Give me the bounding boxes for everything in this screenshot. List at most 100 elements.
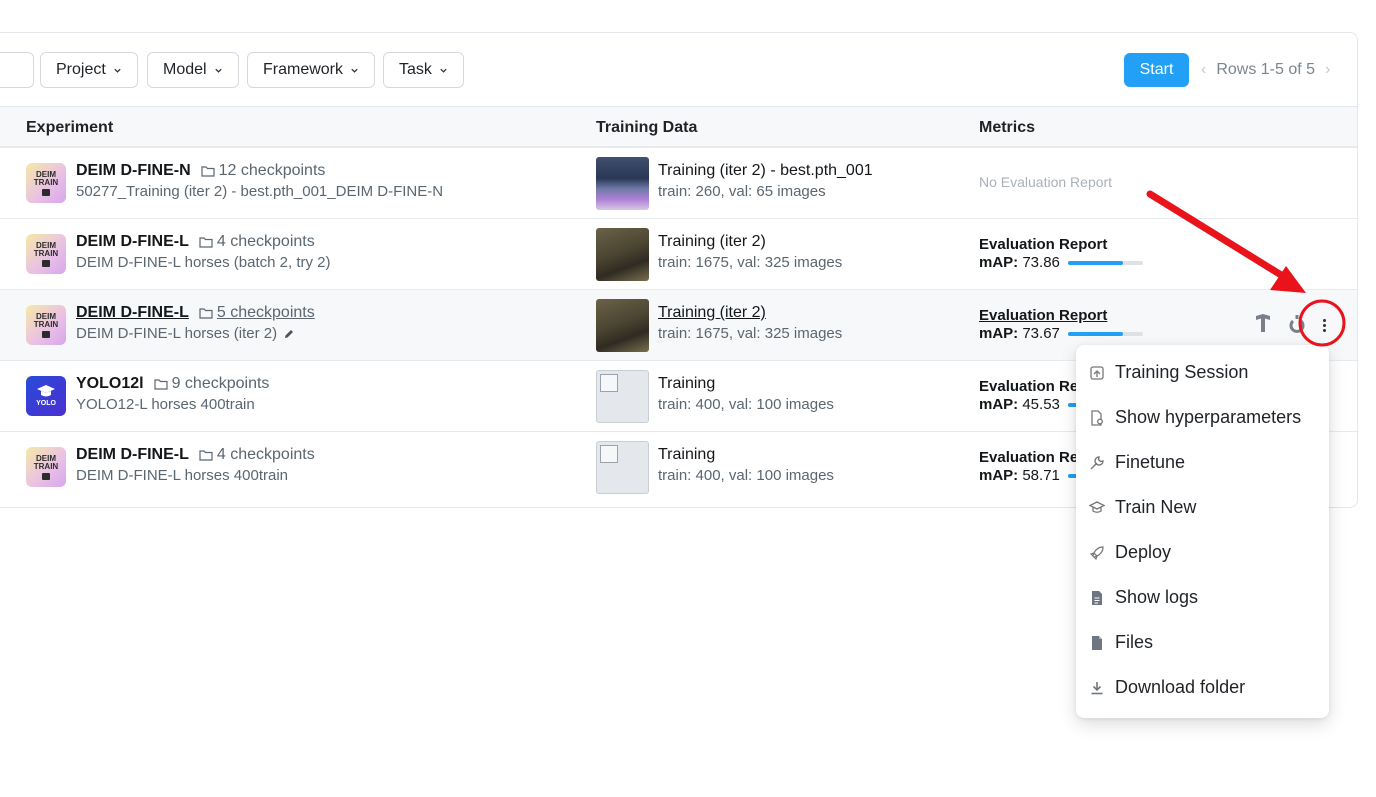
graduation-cap-icon — [1088, 500, 1105, 513]
row-context-menu: Training Session Show hyperparameters Fi… — [1076, 345, 1329, 718]
menu-item-label: Finetune — [1115, 452, 1186, 472]
deim-train-logo: DEIM TRAIN — [26, 163, 66, 203]
map-value: 73.67 — [1022, 325, 1060, 342]
download-icon — [1091, 681, 1102, 694]
menu-item-deploy[interactable]: Deploy — [1076, 530, 1329, 575]
map-label: mAP: — [979, 396, 1019, 413]
evaluation-report-link[interactable]: Evaluation Re — [979, 449, 1078, 466]
graduation-cap-icon — [37, 385, 55, 397]
dataset-title[interactable]: Training — [658, 446, 715, 464]
model-filter-button[interactable]: Model — [147, 52, 239, 88]
folder-icon — [153, 379, 168, 390]
checkpoints-link[interactable]: 9 checkpoints — [153, 375, 269, 393]
map-label: mAP: — [979, 467, 1019, 484]
evaluation-report-link[interactable]: Evaluation Report — [979, 236, 1107, 253]
task-filter-label: Task — [399, 61, 432, 78]
start-button[interactable]: Start — [1124, 53, 1189, 87]
dataset-title[interactable]: Training (iter 2) — [658, 233, 766, 251]
filter-bar: Project Model Framework Task Start ‹ Row… — [0, 33, 1357, 106]
rows-label: Rows 1-5 of 5 — [1216, 61, 1316, 78]
menu-item-training-session[interactable]: Training Session — [1076, 350, 1329, 395]
menu-item-label: Training Session — [1115, 362, 1249, 382]
checkpoints-label: 5 checkpoints — [216, 304, 315, 321]
experiment-name[interactable]: DEIM D-FINE-N — [76, 162, 191, 180]
menu-item-files[interactable]: Files — [1076, 620, 1329, 665]
evaluation-report-link[interactable]: Evaluation Re — [979, 378, 1078, 395]
task-filter-button[interactable]: Task — [383, 52, 464, 88]
no-evaluation-label: No Evaluation Report — [979, 174, 1113, 190]
experiment-subtitle: DEIM D-FINE-L horses (batch 2, try 2) — [76, 254, 331, 271]
dataset-thumbnail[interactable] — [596, 228, 649, 281]
experiment-name[interactable]: DEIM D-FINE-L — [76, 446, 189, 464]
checkpoints-link[interactable]: 12 checkpoints — [201, 162, 326, 180]
map-label: mAP: — [979, 325, 1019, 342]
tensorflow-icon[interactable] — [1253, 313, 1273, 333]
folder-icon — [199, 237, 213, 248]
search-input[interactable] — [0, 52, 34, 88]
checkpoints-link[interactable]: 4 checkpoints — [199, 446, 315, 464]
session-icon — [1089, 365, 1104, 380]
map-metric: mAP: 73.67 — [979, 325, 1143, 342]
wrench-icon — [1090, 455, 1104, 469]
broken-image-icon — [600, 374, 618, 392]
map-progress-bar — [1067, 260, 1143, 265]
dataset-stats: train: 1675, val: 325 images — [658, 254, 843, 271]
framework-filter-button[interactable]: Framework — [247, 52, 376, 88]
menu-item-download-folder[interactable]: Download folder — [1076, 665, 1329, 710]
file-gear-icon — [1090, 409, 1103, 426]
dataset-title[interactable]: Training — [658, 375, 715, 393]
dataset-stats: train: 400, val: 100 images — [658, 467, 834, 484]
pencil-icon[interactable] — [283, 328, 295, 340]
experiment-subtitle: DEIM D-FINE-L horses (iter 2) — [76, 325, 278, 342]
menu-item-show-logs[interactable]: Show logs — [1076, 575, 1329, 620]
rocket-icon — [1089, 545, 1104, 560]
dataset-thumbnail[interactable] — [596, 157, 649, 210]
chevron-down-icon — [114, 68, 121, 73]
checkpoints-link[interactable]: 5 checkpoints — [199, 304, 315, 322]
menu-item-train-new[interactable]: Train New — [1076, 485, 1329, 530]
deim-train-logo: DEIM TRAIN — [26, 234, 66, 274]
checkpoints-label: 12 checkpoints — [218, 162, 326, 179]
deim-train-logo: DEIM TRAIN — [26, 447, 66, 487]
more-options-button[interactable] — [1317, 313, 1331, 337]
map-metric: mAP: 73.86 — [979, 254, 1143, 271]
deim-train-logo: DEIM TRAIN — [26, 305, 66, 345]
dataset-title[interactable]: Training (iter 2) — [658, 304, 766, 322]
dataset-title[interactable]: Training (iter 2) - best.pth_001 — [658, 162, 873, 180]
table-row[interactable]: DEIM TRAIN DEIM D-FINE-N 12 checkpoints 5… — [0, 148, 1357, 219]
checkpoints-label: 4 checkpoints — [216, 233, 315, 250]
chevron-down-icon — [214, 68, 222, 73]
checkpoints-link[interactable]: 4 checkpoints — [199, 233, 315, 251]
table-row[interactable]: DEIM TRAIN DEIM D-FINE-L 4 checkpoints DE… — [0, 219, 1357, 290]
broken-image-icon — [600, 445, 618, 463]
prev-page-icon[interactable]: ‹ — [1201, 61, 1206, 79]
dataset-thumbnail[interactable] — [596, 441, 649, 494]
column-experiment[interactable]: Experiment — [26, 119, 113, 137]
experiment-subtitle: DEIM D-FINE-L horses 400train — [76, 467, 289, 484]
map-value: 73.86 — [1022, 254, 1060, 271]
file-icon — [1091, 635, 1102, 650]
dataset-stats: train: 1675, val: 325 images — [658, 325, 843, 342]
menu-item-label: Deploy — [1115, 542, 1172, 562]
pagination: ‹ Rows 1-5 of 5 › — [1201, 53, 1330, 87]
dataset-thumbnail[interactable] — [596, 370, 649, 423]
experiment-name[interactable]: YOLO12l — [76, 375, 144, 393]
experiment-subtitle: YOLO12-L horses 400train — [76, 396, 255, 413]
experiment-name[interactable]: DEIM D-FINE-L — [76, 304, 189, 322]
menu-item-label: Show logs — [1115, 587, 1199, 607]
project-filter-button[interactable]: Project — [40, 52, 138, 88]
map-progress-bar — [1067, 331, 1143, 336]
column-metrics[interactable]: Metrics — [979, 119, 1035, 137]
menu-item-finetune[interactable]: Finetune — [1076, 440, 1329, 485]
next-page-icon[interactable]: › — [1325, 61, 1330, 79]
map-label: mAP: — [979, 254, 1019, 271]
evaluation-report-link[interactable]: Evaluation Report — [979, 307, 1107, 324]
column-training-data[interactable]: Training Data — [596, 119, 697, 137]
menu-item-show-hyperparameters[interactable]: Show hyperparameters — [1076, 395, 1329, 440]
folder-icon — [199, 308, 213, 319]
project-filter-label: Project — [56, 61, 106, 78]
experiment-name[interactable]: DEIM D-FINE-L — [76, 233, 189, 251]
checkpoints-label: 4 checkpoints — [216, 446, 315, 463]
pytorch-icon[interactable] — [1287, 313, 1307, 333]
dataset-thumbnail[interactable] — [596, 299, 649, 352]
